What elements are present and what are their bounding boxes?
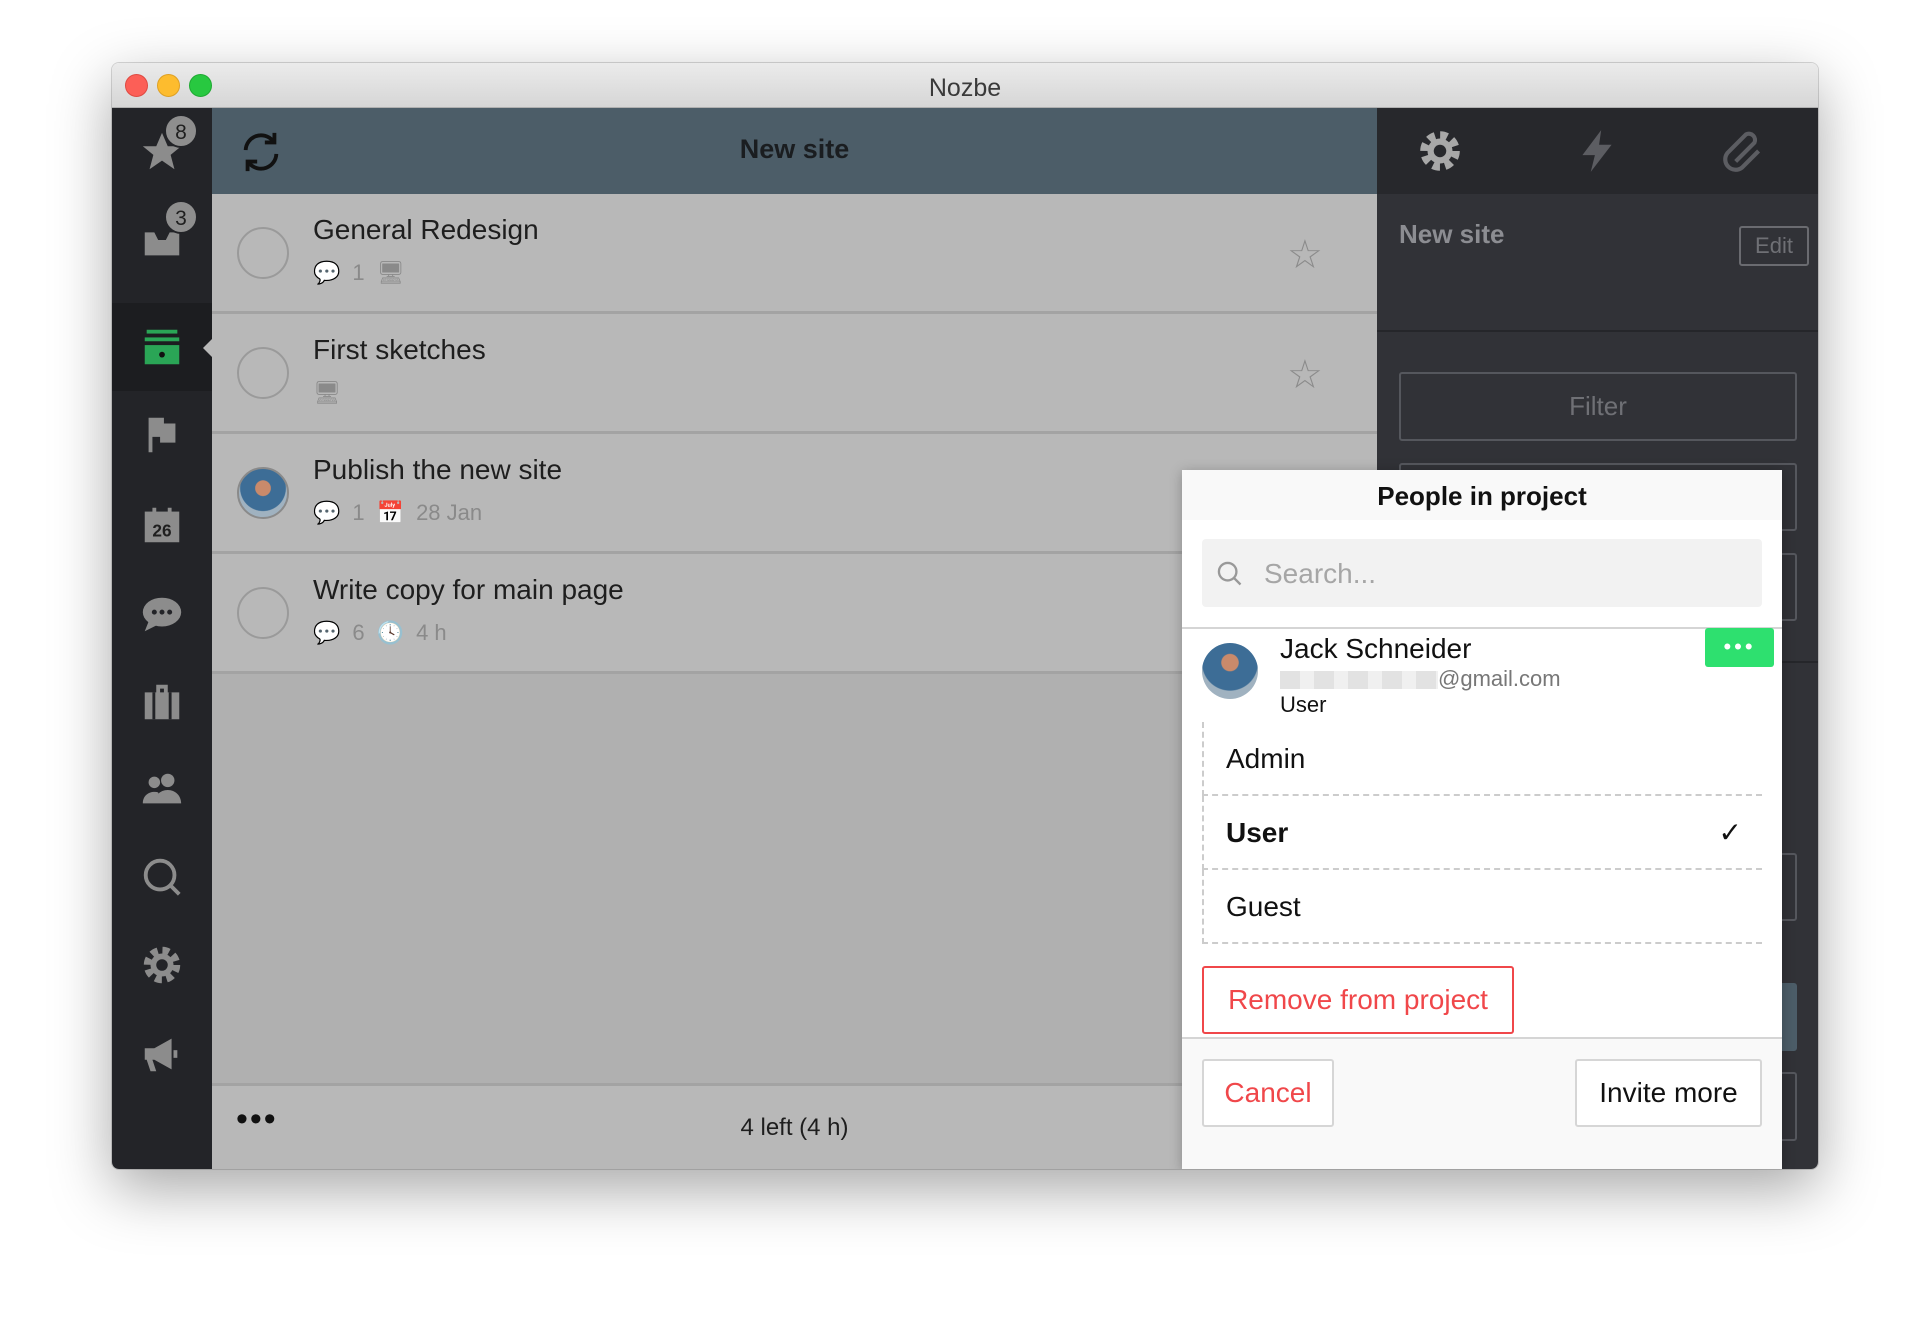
comment-count: 6 bbox=[352, 620, 365, 645]
task-title: First sketches bbox=[313, 334, 486, 365]
task-row[interactable]: First sketches 🖥 ☆ bbox=[212, 314, 1377, 434]
comment-icon: 💬 bbox=[313, 260, 341, 285]
app-window: Nozbe 8 3 26 New site General Redesign 💬… bbox=[112, 63, 1818, 1169]
sidebar-item-settings[interactable] bbox=[112, 921, 212, 1009]
sidebar-item-priority[interactable]: 8 bbox=[112, 108, 212, 196]
priority-badge: 8 bbox=[164, 114, 198, 148]
star-button[interactable]: ☆ bbox=[1287, 352, 1323, 398]
comment-count: 1 bbox=[352, 500, 365, 525]
sidebar: 8 3 26 bbox=[112, 108, 212, 1169]
search-icon bbox=[1217, 561, 1242, 586]
complete-checkbox[interactable] bbox=[237, 587, 289, 639]
popup-title: People in project bbox=[1182, 470, 1782, 520]
calendar-icon: 26 bbox=[144, 507, 180, 543]
check-icon: ✓ bbox=[1718, 817, 1742, 848]
task-title: Write copy for main page bbox=[313, 574, 624, 605]
comment-icon: 💬 bbox=[313, 620, 341, 645]
search-icon bbox=[143, 858, 181, 896]
invite-more-button[interactable]: Invite more bbox=[1575, 1059, 1762, 1127]
task-title: Publish the new site bbox=[313, 454, 563, 485]
panel-tabs bbox=[1377, 108, 1818, 194]
filter-button[interactable]: Filter bbox=[1399, 372, 1797, 441]
cancel-button[interactable]: Cancel bbox=[1202, 1059, 1334, 1127]
sidebar-item-inbox[interactable]: 3 bbox=[112, 196, 212, 284]
due-date: 28 Jan bbox=[416, 500, 483, 525]
task-title: General Redesign bbox=[313, 214, 539, 245]
sidebar-item-comments[interactable] bbox=[112, 570, 212, 658]
search-placeholder: Search... bbox=[1264, 558, 1377, 589]
window-title: Nozbe bbox=[928, 74, 1002, 102]
clock-icon: 🕓 bbox=[376, 620, 405, 645]
complete-checkbox[interactable] bbox=[237, 347, 289, 399]
megaphone-icon bbox=[144, 1038, 178, 1072]
sidebar-item-templates[interactable] bbox=[112, 658, 212, 746]
task-meta: 💬 1 📅 28 Jan bbox=[313, 500, 482, 526]
task-meta: 💬 1 🖥 bbox=[313, 260, 405, 286]
panel-project-name: New site bbox=[1399, 219, 1505, 249]
active-pointer bbox=[203, 339, 212, 357]
attachment-icon: 🖥 bbox=[376, 260, 405, 285]
edit-button[interactable]: Edit bbox=[1739, 226, 1809, 266]
comment-count: 1 bbox=[352, 260, 365, 285]
person-options-button[interactable]: ••• bbox=[1705, 628, 1774, 667]
sidebar-item-categories[interactable] bbox=[112, 391, 212, 479]
divider bbox=[1377, 330, 1818, 332]
title-bar: Nozbe bbox=[112, 63, 1818, 108]
person-email: @gmail.com bbox=[1438, 666, 1561, 691]
star-button[interactable]: ☆ bbox=[1287, 232, 1323, 278]
inbox-badge: 3 bbox=[164, 200, 198, 234]
briefcase-icon bbox=[144, 684, 180, 720]
paperclip-icon[interactable] bbox=[1719, 126, 1769, 176]
person-name: Jack Schneider bbox=[1280, 633, 1472, 664]
sidebar-item-team[interactable] bbox=[112, 746, 212, 834]
people-in-project-popup: People in project Search... Jack Schneid… bbox=[1182, 470, 1782, 1169]
svg-text:26: 26 bbox=[152, 521, 171, 541]
role-option-admin[interactable]: Admin bbox=[1202, 722, 1762, 796]
task-meta: 💬 6 🕓 4 h bbox=[313, 620, 447, 646]
person-role: User bbox=[1280, 692, 1327, 717]
calendar-icon: 📅 bbox=[376, 500, 405, 525]
sidebar-item-calendar[interactable]: 26 bbox=[112, 481, 212, 569]
people-icon bbox=[142, 773, 182, 804]
role-option-user[interactable]: User ✓ bbox=[1202, 796, 1762, 870]
time-estimate: 4 h bbox=[416, 620, 447, 645]
chat-icon bbox=[142, 597, 182, 632]
gear-icon bbox=[143, 946, 181, 984]
role-label: User bbox=[1226, 817, 1289, 848]
remove-from-project-button[interactable]: Remove from project bbox=[1202, 966, 1514, 1034]
projects-icon bbox=[144, 329, 180, 365]
search-input[interactable]: Search... bbox=[1202, 539, 1762, 607]
comment-icon: 💬 bbox=[313, 500, 341, 525]
role-option-guest[interactable]: Guest bbox=[1202, 870, 1762, 944]
gear-icon[interactable] bbox=[1415, 126, 1465, 176]
attachment-icon: 🖥 bbox=[313, 380, 341, 405]
task-row[interactable]: General Redesign 💬 1 🖥 ☆ bbox=[212, 194, 1377, 314]
flag-icon bbox=[148, 417, 176, 453]
redacted-email bbox=[1280, 671, 1438, 689]
assignee-avatar[interactable] bbox=[237, 467, 289, 519]
task-meta: 🖥 bbox=[313, 380, 341, 406]
sidebar-item-news[interactable] bbox=[112, 1010, 212, 1098]
complete-checkbox[interactable] bbox=[237, 227, 289, 279]
project-title: New site bbox=[739, 134, 850, 164]
project-header: New site bbox=[212, 108, 1459, 194]
popup-footer: Cancel Invite more bbox=[1182, 1037, 1782, 1169]
divider bbox=[1182, 627, 1782, 629]
person-avatar bbox=[1202, 643, 1258, 699]
sidebar-item-search[interactable] bbox=[112, 833, 212, 921]
lightning-icon[interactable] bbox=[1572, 126, 1622, 176]
sidebar-item-projects[interactable] bbox=[112, 303, 212, 391]
